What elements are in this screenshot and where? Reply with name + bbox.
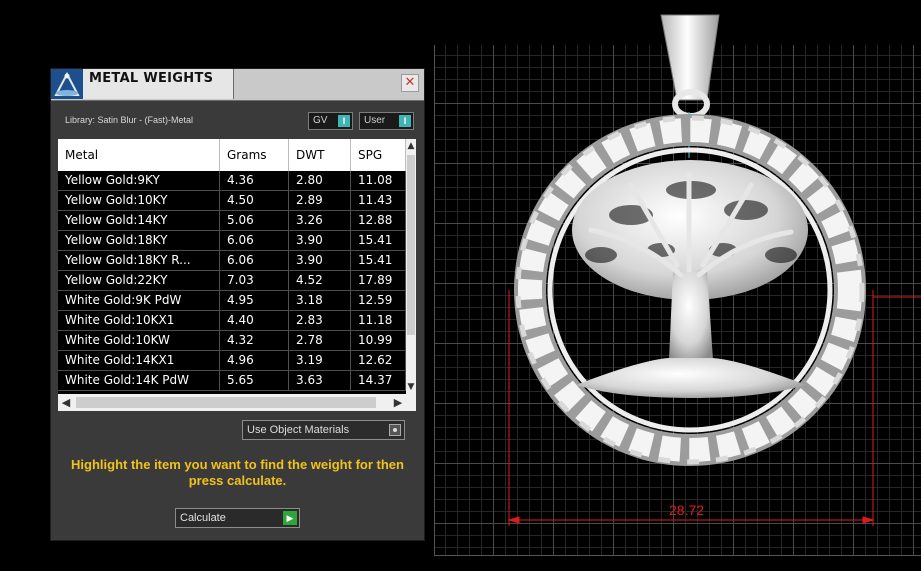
cell-spg: 12.88 [351, 211, 406, 230]
cell-grams: 4.50 [220, 191, 289, 210]
cell-metal: Yellow Gold:14KY [58, 211, 220, 230]
table-row[interactable]: Yellow Gold:14KY 5.06 3.26 12.88 [58, 211, 406, 231]
table-row[interactable]: White Gold:10KX1 4.40 2.83 11.18 [58, 311, 406, 331]
column-header-dwt[interactable]: DWT [289, 139, 351, 171]
cell-spg: 15.41 [351, 251, 406, 270]
scroll-left-icon[interactable]: ◀ [58, 394, 74, 411]
cell-dwt: 2.89 [289, 191, 351, 210]
3d-viewport[interactable]: 28.72 [434, 14, 921, 556]
metal-weights-table[interactable]: Metal Grams DWT SPG Yellow Gold:9KY 4.36… [58, 139, 416, 411]
cell-grams: 6.06 [220, 231, 289, 250]
cell-spg: 11.43 [351, 191, 406, 210]
table-row[interactable]: White Gold:10KW 4.32 2.78 10.99 [58, 331, 406, 351]
cell-grams: 4.36 [220, 171, 289, 190]
cell-dwt: 2.80 [289, 171, 351, 190]
metal-weights-panel: METAL WEIGHTS ✕ Library: Satin Blur - (F… [50, 68, 425, 541]
cell-spg: 15.41 [351, 231, 406, 250]
cell-metal: White Gold:9K PdW [58, 291, 220, 310]
table-row[interactable]: Yellow Gold:9KY 4.36 2.80 11.08 [58, 171, 406, 191]
use-object-materials-label: Use Object Materials [247, 424, 350, 436]
column-header-spg[interactable]: SPG [351, 139, 406, 171]
cell-grams: 6.06 [220, 251, 289, 270]
scroll-up-icon[interactable]: ▲ [406, 139, 416, 153]
column-header-metal[interactable]: Metal [58, 139, 220, 171]
horizontal-scroll-thumb[interactable] [76, 397, 376, 408]
play-icon: ▶ [283, 511, 297, 525]
gv-toggle-label: GV [313, 115, 328, 126]
cell-dwt: 2.83 [289, 311, 351, 330]
cell-metal: White Gold:14KX1 [58, 351, 220, 370]
user-toggle-label: User [364, 115, 386, 126]
panel-title: METAL WEIGHTS [89, 71, 214, 86]
table-row[interactable]: White Gold:9K PdW 4.95 3.18 12.59 [58, 291, 406, 311]
table-row[interactable]: White Gold:14KX1 4.96 3.19 12.62 [58, 351, 406, 371]
cell-spg: 11.08 [351, 171, 406, 190]
cell-metal: Yellow Gold:18KY [58, 231, 220, 250]
cell-grams: 4.40 [220, 311, 289, 330]
instructions-text: Highlight the item you want to find the … [71, 457, 404, 488]
cell-spg: 11.18 [351, 311, 406, 330]
radio-icon[interactable] [389, 424, 401, 436]
cell-spg: 10.99 [351, 331, 406, 350]
scroll-corner [406, 394, 416, 411]
library-label: Library: Satin Blur - (Fast)-Metal [65, 115, 194, 125]
cell-dwt: 3.19 [289, 351, 351, 370]
scale-icon [51, 69, 83, 99]
calculate-button[interactable]: Calculate ▶ [175, 508, 300, 528]
cell-dwt: 3.18 [289, 291, 351, 310]
cell-metal: Yellow Gold:9KY [58, 171, 220, 190]
cell-spg: 12.59 [351, 291, 406, 310]
table-row[interactable]: Yellow Gold:22KY 7.03 4.52 17.89 [58, 271, 406, 291]
user-toggle[interactable]: User I [359, 112, 414, 130]
table-row[interactable]: Yellow Gold:18KY R... 6.06 3.90 15.41 [58, 251, 406, 271]
dimension-value: 28.72 [669, 502, 705, 518]
cell-spg: 17.89 [351, 271, 406, 290]
panel-titlebar: METAL WEIGHTS ✕ [51, 69, 424, 101]
table-body: Yellow Gold:9KY 4.36 2.80 11.08 Yellow G… [58, 171, 406, 391]
cell-grams: 4.95 [220, 291, 289, 310]
scroll-down-icon[interactable]: ▼ [406, 380, 416, 394]
vertical-scroll-thumb[interactable] [407, 155, 415, 335]
gv-toggle[interactable]: GV I [308, 112, 353, 130]
toggle-knob-icon: I [338, 115, 350, 127]
calculate-label: Calculate [180, 512, 226, 524]
cell-spg: 14.37 [351, 371, 406, 390]
cell-metal: White Gold:10KX1 [58, 311, 220, 330]
cell-metal: White Gold:14K PdW [58, 371, 220, 390]
cell-dwt: 3.90 [289, 231, 351, 250]
cell-grams: 7.03 [220, 271, 289, 290]
table-row[interactable]: White Gold:14K PdW 5.65 3.63 14.37 [58, 371, 406, 391]
close-button[interactable]: ✕ [401, 74, 419, 92]
table-row[interactable]: Yellow Gold:18KY 6.06 3.90 15.41 [58, 231, 406, 251]
cell-dwt: 3.63 [289, 371, 351, 390]
cell-metal: Yellow Gold:18KY R... [58, 251, 220, 270]
cell-grams: 5.06 [220, 211, 289, 230]
cell-dwt: 3.90 [289, 251, 351, 270]
cell-metal: Yellow Gold:10KY [58, 191, 220, 210]
column-header-grams[interactable]: Grams [220, 139, 289, 171]
table-row[interactable]: Yellow Gold:10KY 4.50 2.89 11.43 [58, 191, 406, 211]
cell-grams: 4.32 [220, 331, 289, 350]
horizontal-scrollbar[interactable]: ◀ ▶ [58, 394, 406, 411]
vertical-scrollbar[interactable]: ▲ ▼ [406, 139, 416, 394]
cell-dwt: 3.26 [289, 211, 351, 230]
cell-metal: Yellow Gold:22KY [58, 271, 220, 290]
cell-grams: 5.65 [220, 371, 289, 390]
cell-dwt: 4.52 [289, 271, 351, 290]
toggle-knob-icon: I [399, 115, 411, 127]
panel-title-tab: METAL WEIGHTS [51, 69, 234, 99]
scroll-right-icon[interactable]: ▶ [390, 394, 406, 411]
cell-spg: 12.62 [351, 351, 406, 370]
cell-metal: White Gold:10KW [58, 331, 220, 350]
use-object-materials-option[interactable]: Use Object Materials [242, 420, 405, 440]
cell-dwt: 2.78 [289, 331, 351, 350]
cell-grams: 4.96 [220, 351, 289, 370]
table-header: Metal Grams DWT SPG [58, 139, 406, 171]
